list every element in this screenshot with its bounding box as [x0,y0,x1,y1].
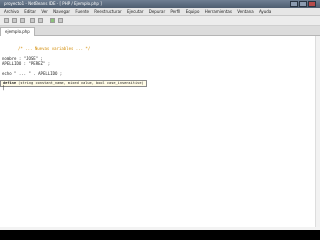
tab-ejemplo-php[interactable]: ejemplo.php [0,27,35,36]
menu-depurar[interactable]: Depurar [149,8,165,15]
code-editor[interactable]: /* ... Nuevas variables ... */ nombre : … [0,36,320,230]
autocomplete-tooltip: define (string constant_name, mixed valu… [0,80,147,87]
menu-bar: Archivo Editar Ver Navegar Fuente Reestr… [0,8,320,16]
code-line-echo: echo " ... " . APELLIDO ; [2,71,63,76]
close-icon[interactable] [308,1,316,7]
minimize-icon[interactable] [290,1,298,7]
text-cursor: | [2,85,6,91]
open-file-icon[interactable] [12,18,17,23]
editor-tabs: ejemplo.php [0,26,320,36]
menu-navegar[interactable]: Navegar [53,8,70,15]
toolbar [0,16,320,26]
menu-archivo[interactable]: Archivo [4,8,19,15]
new-file-icon[interactable] [4,18,9,23]
menu-perfil[interactable]: Perfil [170,8,180,15]
menu-fuente[interactable]: Fuente [75,8,89,15]
menu-ventana[interactable]: Ventana [237,8,253,15]
window-titlebar: proyecto1 - NetBeans IDE - [ PHP / Ejemp… [0,0,320,8]
menu-ver[interactable]: Ver [41,8,48,15]
window-title: proyecto1 - NetBeans IDE - [ PHP / Ejemp… [4,1,102,6]
bottom-letterbox [0,230,320,240]
code-comment: /* ... Nuevas variables ... */ [18,46,91,51]
menu-equipo[interactable]: Equipo [186,8,200,15]
menu-reestructurar[interactable]: Reestructurar [94,8,121,15]
debug-icon[interactable] [58,18,63,23]
undo-icon[interactable] [30,18,35,23]
menu-ejecutar[interactable]: Ejecutar [127,8,144,15]
menu-ayuda[interactable]: Ayuda [259,8,271,15]
redo-icon[interactable] [38,18,43,23]
menu-editar[interactable]: Editar [24,8,36,15]
save-icon[interactable] [20,18,25,23]
maximize-icon[interactable] [299,1,307,7]
autocomplete-signature: (string constant_name, mixed value, bool… [18,81,144,85]
run-icon[interactable] [50,18,55,23]
menu-herramientas[interactable]: Herramientas [205,8,232,15]
code-line-apellido: APELLIDO : "PEREZ" ; [2,61,51,66]
vertical-scrollbar[interactable] [315,36,320,230]
